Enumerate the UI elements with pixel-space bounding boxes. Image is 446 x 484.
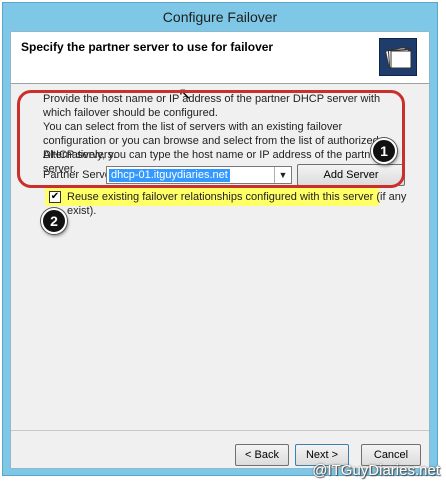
back-button[interactable]: < Back xyxy=(235,444,289,466)
reuse-label[interactable]: Reuse existing failover relationships co… xyxy=(67,190,429,218)
window-title: Configure Failover xyxy=(162,9,278,25)
callout-badge-1: 1 xyxy=(371,138,397,164)
reuse-checkbox[interactable]: ✔ xyxy=(49,191,61,203)
highlight-box xyxy=(17,90,405,188)
title-bar[interactable]: Configure Failover xyxy=(3,3,437,31)
wizard-header: Specify the partner server to use for fa… xyxy=(11,32,429,84)
window-frame: Configure Failover Specify the partner s… xyxy=(2,2,438,476)
dhcp-folders-icon xyxy=(379,38,417,76)
page-title: Specify the partner server to use for fa… xyxy=(21,40,274,54)
dialog-client: Specify the partner server to use for fa… xyxy=(10,31,430,469)
callout-badge-2: 2 xyxy=(41,208,67,234)
watermark-text: @ITGuyDiaries.net xyxy=(312,462,440,479)
footer-divider xyxy=(11,430,429,431)
